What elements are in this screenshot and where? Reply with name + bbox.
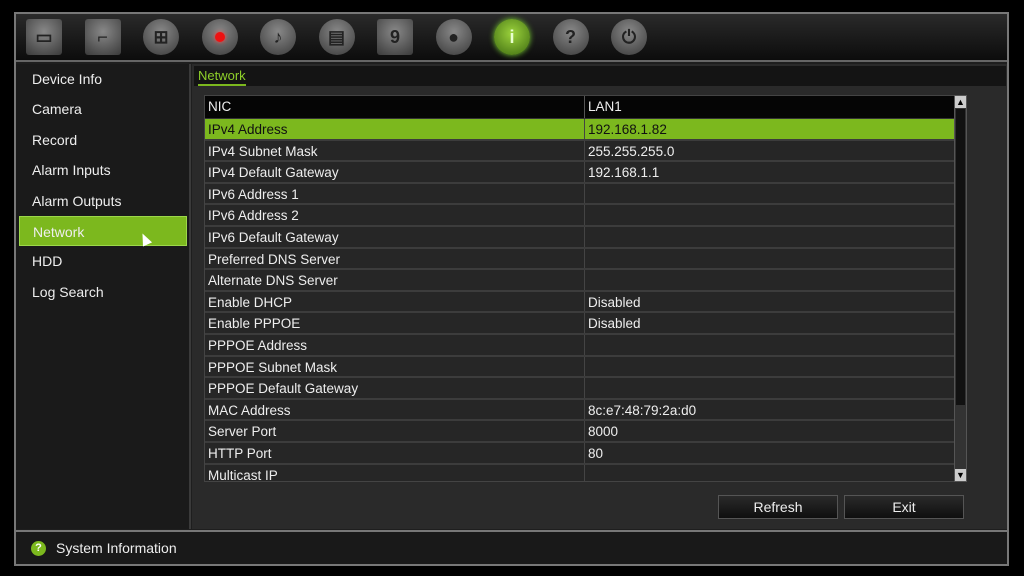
camera-icon[interactable]: ⌐ — [84, 19, 121, 55]
row-value: Disabled — [588, 294, 641, 310]
sidebar-item-network[interactable]: Network — [19, 215, 187, 247]
row-value — [585, 205, 588, 225]
sidebar-item-alarm-inputs[interactable]: Alarm Inputs — [19, 155, 187, 185]
table-row[interactable]: IPv4 Default Gateway 192.168.1.1 — [205, 162, 954, 184]
row-value — [585, 249, 588, 269]
sidebar-item-alarm-outputs[interactable]: Alarm Outputs — [19, 186, 187, 216]
dvr-window: ▭ ⌐ ⊞ ♪ ▤ 9 ● i ? ⏻ Device Info Camera R… — [14, 12, 1009, 566]
alarm-icon[interactable]: ♪ — [260, 19, 296, 55]
table-row[interactable]: Enable PPPOE Disabled — [205, 313, 954, 335]
header-lan1: LAN1 — [588, 99, 622, 114]
table-row[interactable]: Alternate DNS Server — [205, 270, 954, 292]
status-bar: ? System Information — [16, 530, 1007, 564]
row-label: Enable DHCP — [205, 291, 585, 312]
row-label: PPPOE Default Gateway — [205, 378, 585, 398]
row-value: 80 — [588, 445, 604, 461]
table-row[interactable]: IPv6 Address 2 — [205, 205, 954, 227]
row-label: Alternate DNS Server — [205, 270, 585, 290]
refresh-button[interactable]: Refresh — [718, 495, 838, 519]
row-value: Disabled — [588, 316, 641, 332]
table-row[interactable]: Preferred DNS Server — [205, 248, 954, 271]
status-text: System Information — [56, 540, 177, 556]
table-row[interactable]: PPPOE Default Gateway — [205, 378, 954, 400]
table-row[interactable]: IPv4 Address 192.168.1.82 — [205, 119, 954, 141]
row-label: Preferred DNS Server — [205, 248, 585, 269]
sidebar-item-camera[interactable]: Camera — [19, 94, 187, 124]
help-icon[interactable]: ? — [552, 19, 589, 55]
row-value: 8c:e7:48:79:2a:d0 — [588, 402, 697, 418]
row-label: IPv4 Subnet Mask — [205, 140, 585, 161]
record-icon[interactable] — [201, 19, 238, 55]
table-row[interactable]: Server Port 8000 — [205, 421, 954, 443]
hdd-icon[interactable]: 9 — [377, 19, 413, 55]
sidebar-item-device-info[interactable]: Device Info — [19, 64, 187, 94]
breadcrumb-bar: Network — [194, 66, 1006, 86]
row-value — [585, 270, 588, 290]
row-value: 192.168.1.82 — [588, 122, 667, 137]
row-value — [585, 335, 588, 355]
row-value: 8000 — [588, 424, 619, 440]
sidebar-item-hdd[interactable]: HDD — [19, 246, 187, 276]
power-icon[interactable]: ⏻ — [611, 19, 647, 55]
table-row[interactable]: Enable DHCP Disabled — [205, 291, 954, 314]
help-icon: ? — [31, 540, 46, 556]
table-header: NIC LAN1 — [205, 96, 954, 119]
sidebar-item-record[interactable]: Record — [19, 125, 187, 155]
row-value — [585, 465, 588, 482]
scroll-up-icon[interactable]: ▲ — [955, 96, 966, 108]
scroll-thumb[interactable] — [956, 109, 965, 405]
monitor-icon[interactable]: ▭ — [26, 19, 62, 55]
table-row[interactable]: PPPOE Subnet Mask — [205, 356, 954, 379]
table-row[interactable]: MAC Address 8c:e7:48:79:2a:d0 — [205, 399, 954, 422]
scroll-down-icon[interactable]: ▼ — [955, 469, 966, 481]
row-value — [585, 227, 588, 247]
row-label: IPv4 Address — [205, 119, 585, 139]
row-value — [585, 378, 588, 398]
header-nic: NIC — [205, 96, 585, 118]
breadcrumb-tab[interactable]: Network — [198, 68, 246, 86]
exit-button[interactable]: Exit — [844, 495, 964, 519]
row-label: IPv6 Default Gateway — [205, 226, 585, 247]
table-row[interactable]: IPv4 Subnet Mask 255.255.255.0 — [205, 140, 954, 163]
user-icon[interactable]: ● — [435, 19, 472, 55]
row-label: MAC Address — [205, 399, 585, 420]
row-label: IPv4 Default Gateway — [205, 162, 585, 182]
table-row[interactable]: PPPOE Address — [205, 334, 954, 357]
row-label: Server Port — [205, 421, 585, 441]
content-panel: Network NIC LAN1 IPv4 Address 192.168.1.8… — [192, 64, 1007, 529]
network-info-table: NIC LAN1 IPv4 Address 192.168.1.82 IPv4 Su… — [204, 95, 955, 482]
row-label: PPPOE Address — [205, 334, 585, 355]
row-label: Enable PPPOE — [205, 313, 585, 333]
table-row[interactable]: HTTP Port 80 — [205, 442, 954, 465]
row-value: 255.255.255.0 — [588, 143, 675, 159]
row-label: Multicast IP — [205, 464, 585, 481]
row-value — [585, 357, 588, 377]
table-row[interactable]: IPv6 Default Gateway — [205, 226, 954, 249]
info-icon[interactable]: i — [494, 19, 530, 55]
table-scrollbar[interactable]: ▲ ▼ — [954, 95, 967, 482]
row-label: PPPOE Subnet Mask — [205, 356, 585, 377]
table-row[interactable]: Multicast IP — [205, 464, 954, 482]
sidebar: Device Info Camera Record Alarm Inputs A… — [16, 64, 191, 529]
row-value — [585, 184, 588, 204]
table-row[interactable]: IPv6 Address 1 — [205, 183, 954, 206]
row-value: 192.168.1.1 — [588, 165, 660, 181]
row-label: IPv6 Address 1 — [205, 183, 585, 204]
main-toolbar: ▭ ⌐ ⊞ ♪ ▤ 9 ● i ? ⏻ — [16, 14, 1007, 62]
row-label: HTTP Port — [205, 442, 585, 463]
row-label: IPv6 Address 2 — [205, 205, 585, 225]
sidebar-item-log-search[interactable]: Log Search — [19, 277, 187, 307]
device-icon[interactable]: ▤ — [318, 19, 355, 55]
network-icon[interactable]: ⊞ — [143, 19, 179, 55]
